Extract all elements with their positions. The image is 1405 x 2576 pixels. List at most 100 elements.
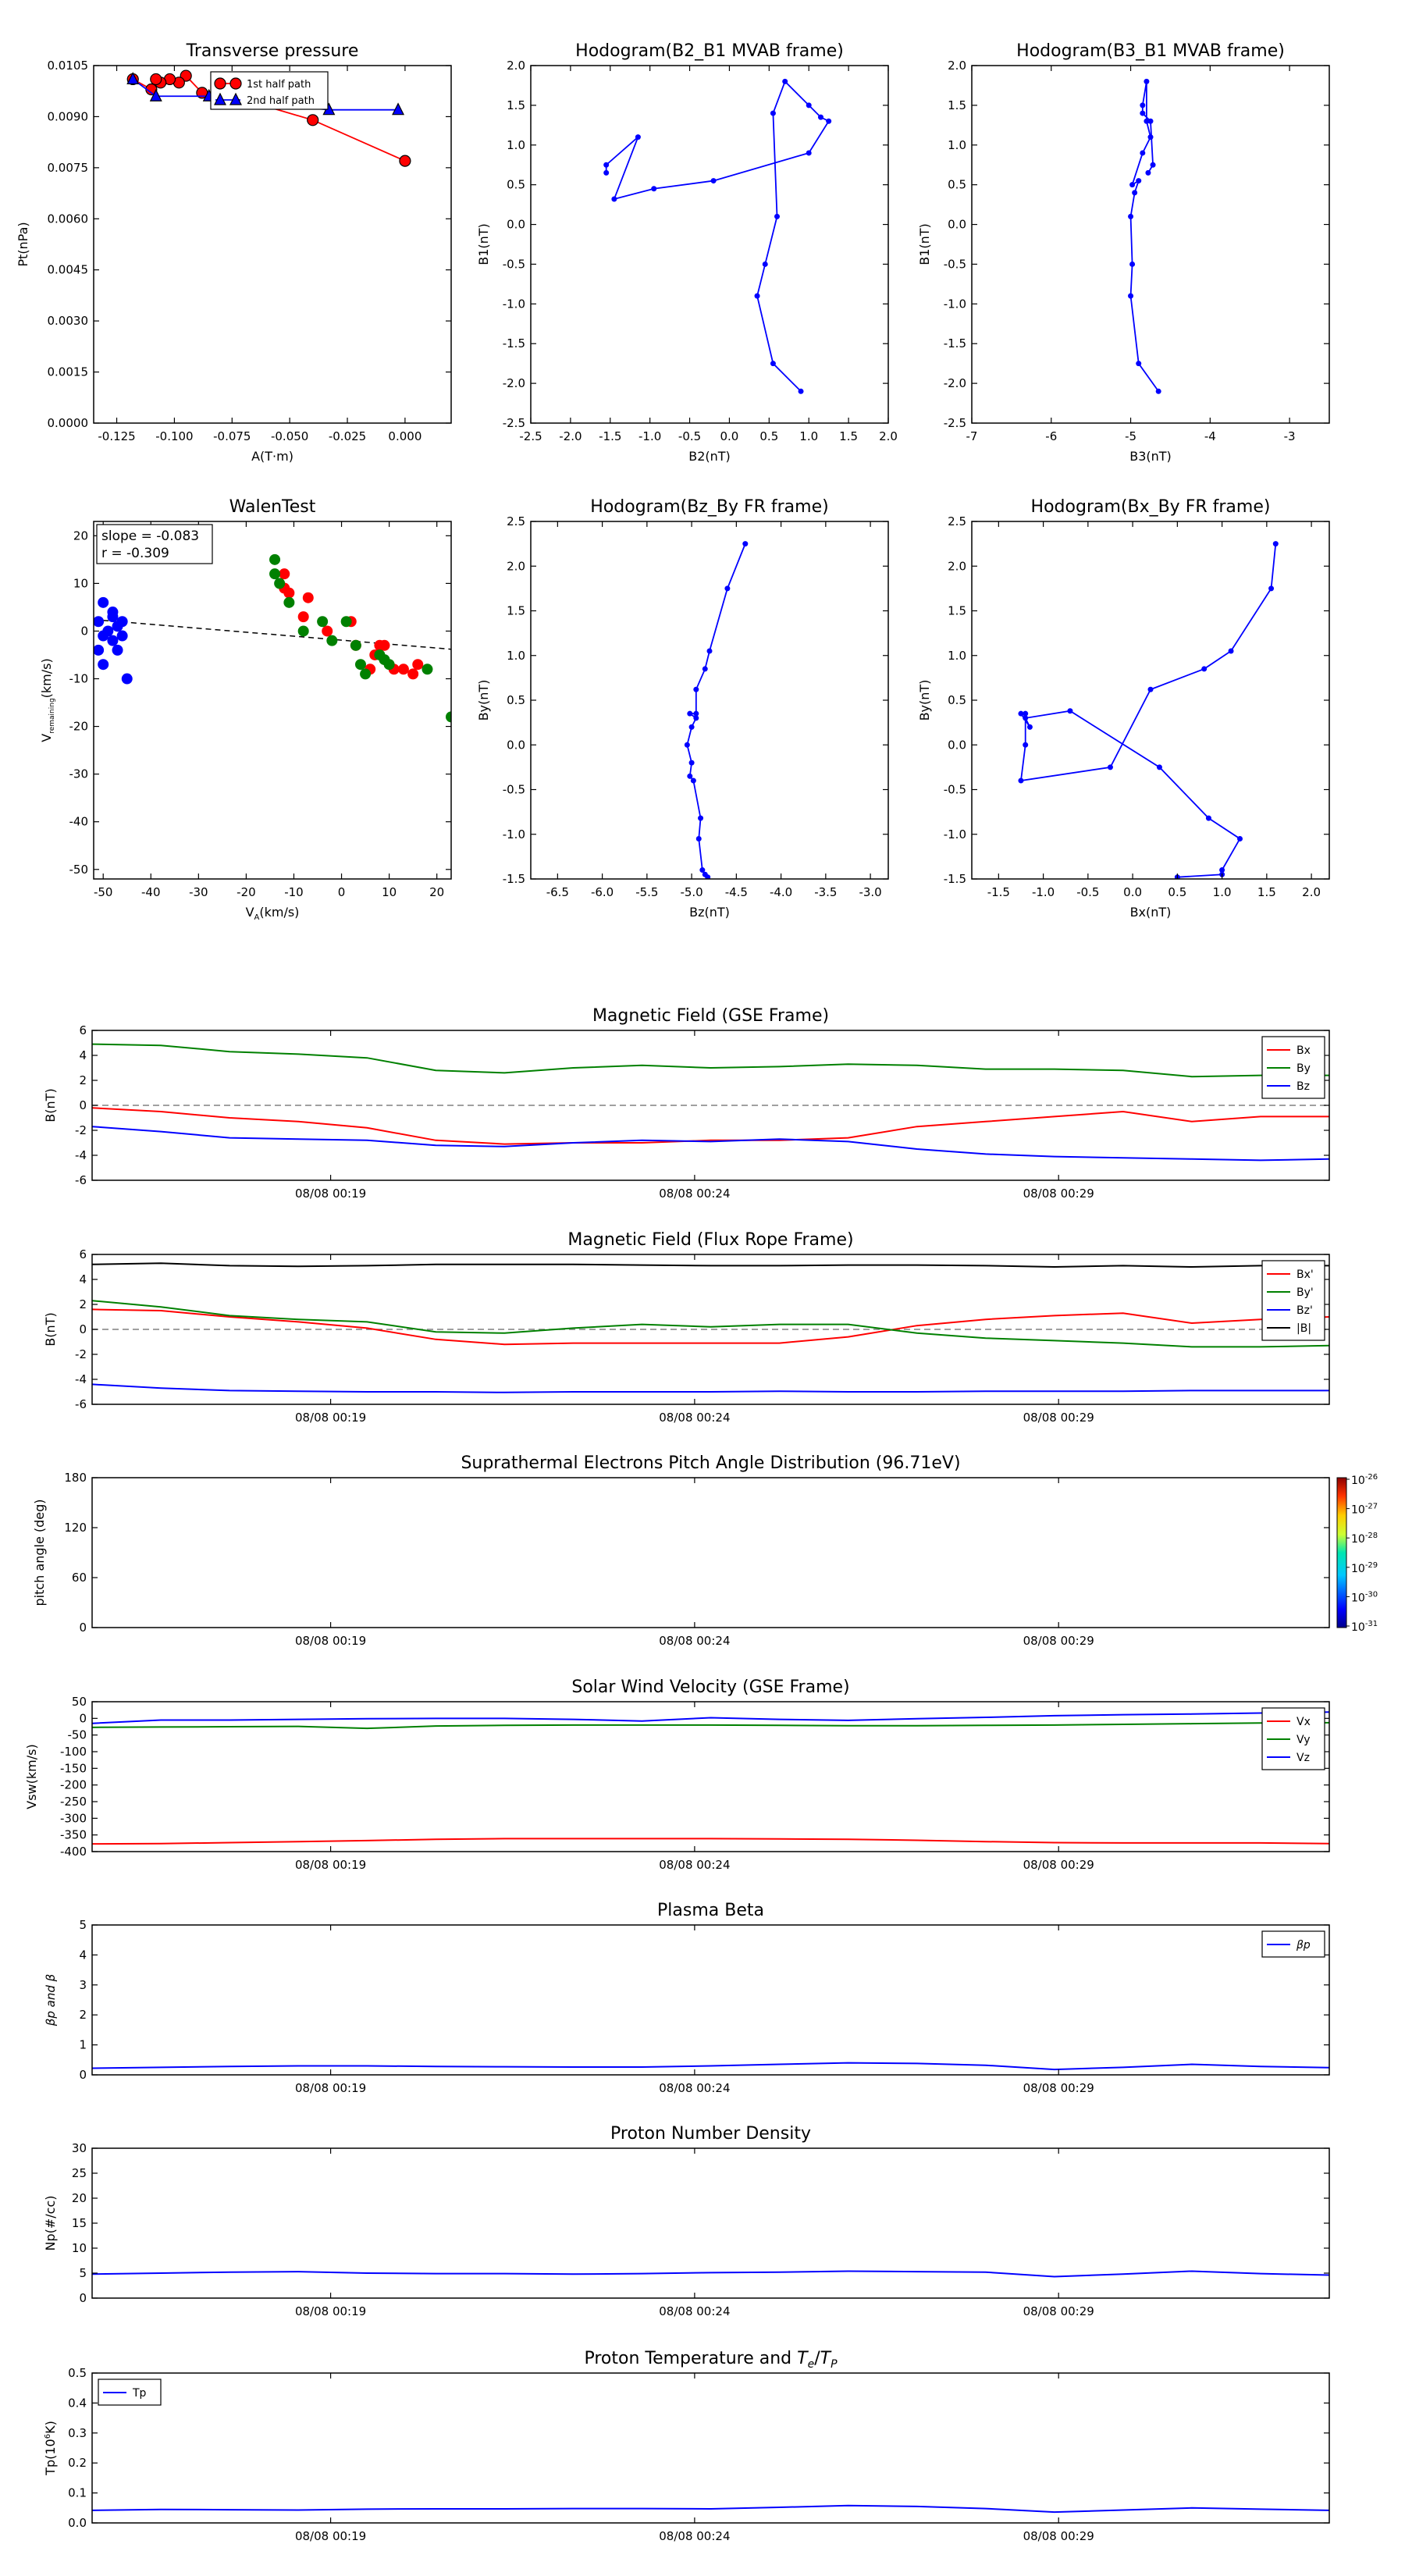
x-tick-label: -5.0: [680, 885, 702, 899]
data-point: [762, 261, 768, 267]
chart-title: Plasma Beta: [657, 1901, 764, 1920]
plot-frame: [91, 1477, 1330, 1628]
y-tick-label: -2.0: [503, 376, 525, 390]
y-tick-label: -200: [60, 1778, 87, 1792]
data-point: [693, 715, 699, 721]
y-tick-label: -30: [69, 767, 89, 781]
y-tick-label: -50: [69, 863, 89, 877]
y-axis-label: B(nT): [43, 1088, 58, 1122]
data-point: [1136, 361, 1142, 367]
y-axis-label: Pt(nPa): [16, 222, 30, 266]
y-tick-label: -2.5: [944, 416, 966, 430]
data-point: [806, 102, 812, 109]
x-tick-label: -20: [237, 885, 256, 899]
x-tick-label: -2.0: [559, 429, 582, 443]
x-tick-label: 08/08 00:19: [295, 1858, 366, 1872]
data-point: [98, 630, 109, 642]
legend-label: Vx: [1297, 1716, 1311, 1728]
data-point: [698, 815, 704, 821]
y-tick-label: -1.0: [944, 827, 966, 841]
data-point: [1150, 162, 1156, 168]
data-point: [107, 607, 119, 618]
chart-title: Magnetic Field (GSE Frame): [592, 1006, 829, 1026]
legend-label: 1st half path: [247, 79, 311, 91]
x-tick-label: 08/08 00:29: [1023, 1187, 1094, 1201]
series-line-By': [92, 1300, 1329, 1348]
chart-magnetic-field-fr: Magnetic Field (Flux Rope Frame) -6 -4 -2 0 2…: [43, 1230, 1330, 1425]
data-point: [684, 742, 690, 748]
y-tick-label: 0.5: [948, 178, 966, 192]
y-tick-label: -150: [60, 1761, 87, 1775]
x-tick-label: 08/08 00:24: [659, 1187, 730, 1201]
y-tick-label: 180: [64, 1471, 87, 1485]
data-point: [340, 616, 352, 628]
x-tick-label: 0.0: [720, 429, 739, 443]
colorbar: [1336, 1477, 1347, 1628]
data-point: [279, 568, 290, 580]
y-axis-label: B1(nT): [476, 223, 491, 265]
data-point: [1147, 134, 1154, 141]
y-tick-label: 0.4: [68, 2396, 87, 2410]
y-tick-label: -6: [75, 1397, 87, 1411]
plot-area: [92, 2504, 1329, 2514]
x-tick-label: -4: [1204, 429, 1216, 443]
y-tick-label: 0.0015: [48, 365, 89, 379]
x-tick-label: 1.5: [839, 429, 858, 443]
y-tick-label: 0: [80, 624, 88, 638]
data-point: [702, 666, 708, 672]
chart-title: Transverse pressure: [186, 41, 359, 61]
y-tick-label: 1.5: [948, 604, 966, 618]
y-tick-label: -400: [60, 1845, 87, 1859]
data-point: [1026, 724, 1033, 730]
y-tick-label: -2.5: [503, 416, 525, 430]
data-point: [116, 630, 128, 642]
data-point: [798, 388, 804, 394]
y-tick-label: 2.0: [948, 59, 966, 73]
x-tick-label: -30: [189, 885, 208, 899]
data-point: [635, 134, 641, 141]
y-tick-label: 0.0030: [48, 314, 89, 328]
annotation-r: r = -0.309: [101, 546, 169, 561]
data-point: [1128, 213, 1134, 219]
y-tick-label: 0.5: [68, 2366, 87, 2380]
y-tick-label: 0.0105: [48, 59, 89, 73]
data-point: [379, 639, 390, 651]
data-point: [350, 639, 361, 651]
plot-area: [92, 1711, 1329, 1845]
y-tick-label: 0: [79, 1322, 87, 1336]
chart-transverse-pressure: Transverse pressure 0.0000 0.0015 0.0030 0.0…: [16, 41, 452, 464]
y-tick-label: -0.5: [503, 783, 525, 797]
data-point: [782, 78, 788, 84]
x-tick-label: 0.0: [1123, 885, 1142, 899]
series-line-Bz': [92, 1383, 1329, 1393]
data-point: [412, 659, 424, 671]
series-line-Vy: [92, 1721, 1329, 1730]
y-tick-label: -2.0: [944, 376, 966, 390]
data-point: [283, 596, 295, 608]
y-tick-label: 60: [72, 1571, 87, 1585]
y-tick-label: -2: [75, 1347, 87, 1361]
legend-label: 2nd half path: [247, 95, 315, 107]
data-point: [1155, 388, 1161, 394]
plot-frame: [93, 65, 452, 424]
data-point: [107, 635, 119, 646]
chart-title: Magnetic Field (Flux Rope Frame): [567, 1230, 853, 1250]
x-tick-label: -50: [94, 885, 113, 899]
legend-label: Bz: [1297, 1080, 1310, 1093]
y-axis-label: βp and β: [44, 1973, 58, 2026]
series-line-0: [1129, 81, 1159, 392]
data-point: [774, 213, 781, 219]
data-point: [1107, 764, 1113, 770]
y-tick-label: 0: [79, 2068, 87, 2082]
x-tick-label: -1.0: [1032, 885, 1055, 899]
y-tick-label: 2.5: [948, 514, 966, 528]
data-point: [121, 673, 133, 685]
plot-frame: [530, 65, 889, 424]
y-tick-label: -2: [75, 1123, 87, 1137]
chart-title: Hodogram(Bx_By FR frame): [1031, 497, 1271, 517]
y-tick-label: -4: [75, 1372, 87, 1386]
legend-label: Bx': [1297, 1268, 1314, 1281]
y-tick-label: 0.5: [507, 693, 525, 707]
x-tick-label: -7: [966, 429, 978, 443]
y-tick-label: -4: [75, 1148, 87, 1162]
